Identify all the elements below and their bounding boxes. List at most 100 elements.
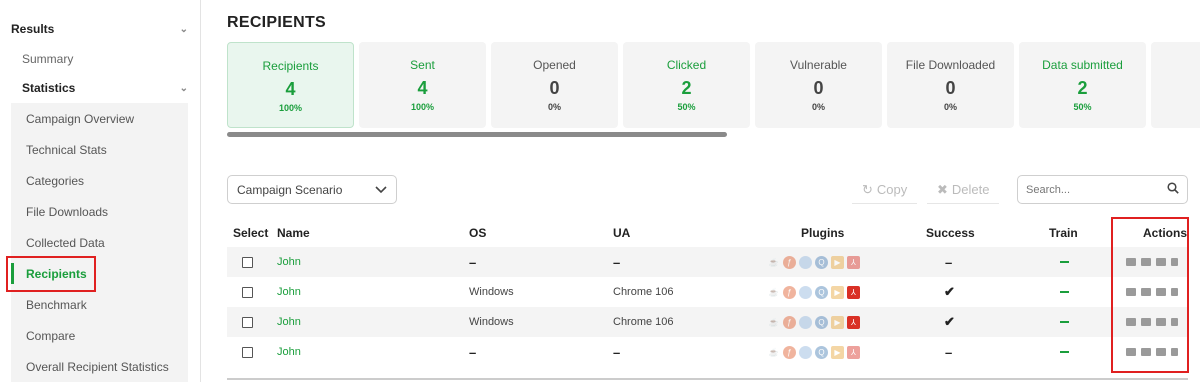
- delete-button-label: Delete: [951, 182, 990, 197]
- stat-card-recipients[interactable]: Recipients 4 100%: [227, 42, 354, 128]
- column-header-name[interactable]: Name: [277, 226, 310, 240]
- sidebar-item-overall-recipient-statistics[interactable]: Overall Recipient Statistics: [11, 351, 188, 382]
- stat-label: Recipients: [262, 59, 319, 73]
- table-row: John – – ☕ ƒ Q ▶ ⅄ –: [227, 247, 1188, 277]
- stat-label: Vulnerable: [790, 58, 847, 72]
- stat-label: S: [1151, 58, 1200, 72]
- sidebar-item-label: Overall Recipient Statistics: [26, 359, 169, 374]
- stat-card-sent[interactable]: Sent 4 100%: [359, 42, 486, 128]
- scrollbar-thumb[interactable]: [227, 132, 727, 137]
- statistics-submenu: Campaign Overview Technical Stats Catego…: [11, 103, 188, 382]
- recipient-name-link[interactable]: John: [277, 337, 301, 367]
- search-icon[interactable]: [1167, 182, 1179, 197]
- flash-icon: ƒ: [783, 315, 796, 329]
- stat-percent: 0%: [811, 102, 825, 112]
- silverlight-icon: [799, 315, 812, 329]
- row-select-checkbox[interactable]: [242, 307, 253, 337]
- statistics-section-header[interactable]: Statistics ⌄: [22, 79, 188, 97]
- copy-button-label: Copy: [876, 182, 908, 197]
- train-indicator: [1060, 337, 1069, 367]
- acrobat-icon: ⅄: [847, 315, 860, 329]
- page-title: RECIPIENTS: [227, 14, 327, 31]
- delete-button[interactable]: ✖ Delete: [927, 176, 1000, 204]
- recipient-name-link[interactable]: John: [277, 277, 301, 307]
- sidebar-item-label: Categories: [26, 173, 85, 188]
- sidebar-item-collected-data[interactable]: Collected Data: [11, 227, 188, 258]
- table-row: John – – ☕ ƒ Q ▶ ⅄ –: [227, 337, 1188, 367]
- silverlight-icon: [799, 285, 812, 299]
- results-section-header[interactable]: Results ⌄: [11, 19, 188, 39]
- sidebar-item-label: File Downloads: [26, 204, 109, 219]
- stat-value: 0: [945, 78, 956, 98]
- stat-label: Data submitted: [1042, 58, 1123, 72]
- stat-value: 4: [417, 78, 428, 98]
- train-indicator: [1060, 247, 1069, 277]
- row-select-checkbox[interactable]: [242, 277, 253, 307]
- stat-label: File Downloaded: [905, 58, 996, 72]
- vlc-icon: ▶: [831, 315, 844, 329]
- search-input[interactable]: [1026, 183, 1156, 196]
- table-row: John Windows Chrome 106 ☕ ƒ Q ▶ ⅄ ✔: [227, 277, 1188, 307]
- stat-percent: 50%: [677, 102, 696, 112]
- stat-value: [1151, 78, 1200, 98]
- column-header-train[interactable]: Train: [1049, 226, 1078, 240]
- row-select-checkbox[interactable]: [242, 247, 253, 277]
- sidebar-item-file-downloads[interactable]: File Downloads: [11, 196, 188, 227]
- sidebar-item-compare[interactable]: Compare: [11, 320, 188, 351]
- column-header-success[interactable]: Success: [926, 226, 975, 240]
- os-value: –: [469, 254, 477, 270]
- quicktime-icon: Q: [815, 345, 828, 359]
- sidebar-item-categories[interactable]: Categories: [11, 165, 188, 196]
- quicktime-icon: Q: [815, 285, 828, 299]
- plugins-icons: ☕ ƒ Q ▶ ⅄: [767, 337, 863, 367]
- stat-card-data-submitted[interactable]: Data submitted 2 50%: [1019, 42, 1146, 128]
- sidebar-item-campaign-overview[interactable]: Campaign Overview: [11, 103, 188, 134]
- success-value: ✔: [944, 284, 955, 299]
- acrobat-icon: ⅄: [847, 345, 860, 359]
- sidebar-item-label: Compare: [26, 328, 76, 343]
- chevron-down-icon: [375, 183, 387, 197]
- acrobat-icon: ⅄: [847, 255, 860, 269]
- plugins-icons: ☕ ƒ Q ▶ ⅄: [767, 277, 863, 307]
- stats-scrollbar[interactable]: [227, 132, 1200, 137]
- column-header-plugins: Plugins: [801, 226, 845, 240]
- sidebar-item-label: Summary: [22, 52, 74, 66]
- ua-value: Chrome 106: [613, 316, 674, 328]
- results-label: Results: [11, 22, 55, 36]
- flash-icon: ƒ: [783, 255, 796, 269]
- java-icon: ☕: [768, 317, 779, 327]
- vlc-icon: ▶: [831, 255, 844, 269]
- chevron-down-icon: ⌄: [179, 23, 188, 35]
- success-value: –: [945, 344, 953, 360]
- recipient-name-link[interactable]: John: [277, 307, 301, 337]
- copy-button[interactable]: ↻ Copy: [852, 176, 918, 204]
- recipient-name-link[interactable]: John: [277, 247, 301, 277]
- row-select-checkbox[interactable]: [242, 337, 253, 367]
- sidebar-item-label: Benchmark: [26, 297, 87, 312]
- refresh-icon: ↻: [862, 181, 873, 197]
- sidebar-item-benchmark[interactable]: Benchmark: [11, 289, 188, 320]
- stat-card-opened[interactable]: Opened 0 0%: [491, 42, 618, 128]
- stat-card-clicked[interactable]: Clicked 2 50%: [623, 42, 750, 128]
- success-value: –: [945, 254, 953, 270]
- stat-card-file-downloaded[interactable]: File Downloaded 0 0%: [887, 42, 1014, 128]
- stat-percent: 0%: [943, 102, 957, 112]
- campaign-scenario-select[interactable]: Campaign Scenario: [227, 175, 397, 204]
- sidebar-item-technical-stats[interactable]: Technical Stats: [11, 134, 188, 165]
- column-header-ua[interactable]: UA: [613, 226, 630, 240]
- stat-card-vulnerable[interactable]: Vulnerable 0 0%: [755, 42, 882, 128]
- ua-value: –: [613, 344, 621, 360]
- os-value: –: [469, 344, 477, 360]
- silverlight-icon: [799, 255, 812, 269]
- acrobat-icon: ⅄: [847, 285, 860, 299]
- stat-card-partial[interactable]: S: [1151, 42, 1200, 128]
- sidebar-item-summary[interactable]: Summary: [22, 50, 73, 68]
- column-header-os[interactable]: OS: [469, 226, 486, 240]
- stat-label: Sent: [410, 58, 435, 72]
- sidebar-item-label: Technical Stats: [26, 142, 107, 157]
- close-icon: ✖: [937, 181, 948, 197]
- table-bottom-border: [227, 378, 1188, 380]
- os-value: Windows: [469, 286, 514, 298]
- success-value: ✔: [944, 314, 955, 329]
- stat-label: Opened: [533, 58, 576, 72]
